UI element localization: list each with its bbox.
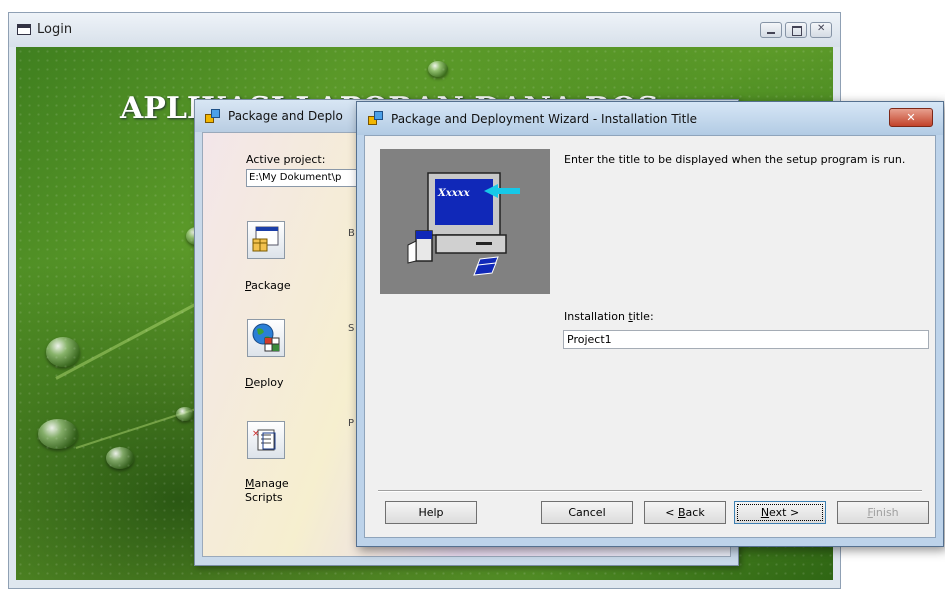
back-button[interactable]: < Back xyxy=(644,501,726,524)
dialog-client-area: Xxxxx Enter the title to be displayed wh… xyxy=(364,135,936,538)
dialog-title: Package and Deployment Wizard - Installa… xyxy=(391,112,698,126)
water-drop xyxy=(176,407,194,421)
button-separator xyxy=(378,490,922,492)
dialog-instruction: Enter the title to be displayed when the… xyxy=(564,153,906,166)
dialog-titlebar[interactable]: Package and Deployment Wizard - Installa… xyxy=(357,102,943,135)
manage-scripts-icon: × xyxy=(252,429,276,451)
wizard-app-icon xyxy=(368,110,384,126)
package-label: Package xyxy=(245,279,291,292)
water-drop xyxy=(46,337,80,367)
wizard-window-title: Package and Deplo xyxy=(228,109,343,123)
maximize-button[interactable] xyxy=(785,22,807,38)
finish-button[interactable]: Finish xyxy=(837,501,929,524)
deploy-description-fragment: S xyxy=(348,323,355,334)
close-button[interactable] xyxy=(810,22,832,38)
water-drop xyxy=(428,61,448,77)
login-window-title: Login xyxy=(37,22,73,37)
wizard-app-icon xyxy=(205,108,221,124)
deploy-label: Deploy xyxy=(245,376,284,389)
dialog-close-button[interactable]: ✕ xyxy=(889,108,933,127)
installation-title-input[interactable] xyxy=(563,330,929,349)
cancel-button[interactable]: Cancel xyxy=(541,501,633,524)
installation-title-label: Installation title: xyxy=(564,310,654,323)
minimize-button[interactable] xyxy=(760,22,782,38)
water-drop xyxy=(106,447,134,469)
water-drop xyxy=(38,419,78,449)
next-button[interactable]: Next > xyxy=(734,501,826,524)
manage-scripts-button[interactable]: × xyxy=(247,421,285,459)
manage-scripts-label: Manage Scripts xyxy=(245,477,289,504)
package-button[interactable] xyxy=(247,221,285,259)
setup-illustration: Xxxxx xyxy=(380,149,550,294)
svg-text:×: × xyxy=(252,429,260,439)
window-app-icon xyxy=(17,24,31,35)
login-titlebar[interactable]: Login xyxy=(9,13,840,47)
active-project-label: Active project: xyxy=(246,153,326,166)
help-button[interactable]: Help xyxy=(385,501,477,524)
computer-monitor-icon: Xxxxx xyxy=(407,172,520,276)
illustration-title-text: Xxxxx xyxy=(437,188,471,199)
close-icon: ✕ xyxy=(906,111,916,124)
window-controls xyxy=(760,22,832,38)
installation-title-dialog: Package and Deployment Wizard - Installa… xyxy=(356,101,944,547)
deploy-globe-icon xyxy=(252,323,280,352)
package-icon xyxy=(252,226,279,252)
package-description-fragment: B xyxy=(348,228,355,239)
deploy-button[interactable] xyxy=(247,319,285,357)
scripts-description-fragment: P xyxy=(348,418,355,429)
